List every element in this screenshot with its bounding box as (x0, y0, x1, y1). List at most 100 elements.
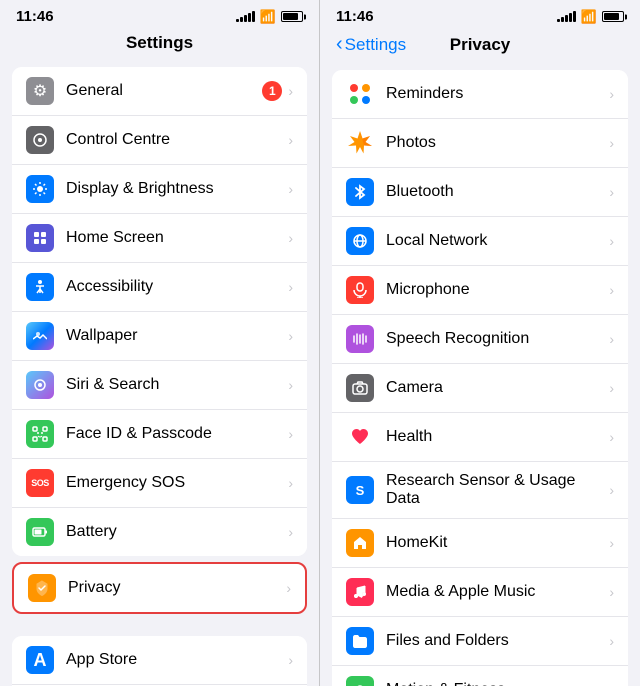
left-time: 11:46 (16, 8, 54, 25)
homekit-chevron: › (609, 535, 614, 551)
emergency-sos-label: Emergency SOS (66, 474, 288, 492)
left-panel: 11:46 📶 Settings ⚙ General 1 (0, 0, 320, 686)
research-chevron: › (609, 482, 614, 498)
settings-row-bluetooth[interactable]: Bluetooth › (332, 168, 628, 217)
signal-icon (236, 11, 255, 22)
local-network-chevron: › (609, 233, 614, 249)
settings-group-2: A App Store › Wallet & Apple Pay › (12, 636, 307, 686)
siri-label: Siri & Search (66, 376, 288, 394)
settings-row-general[interactable]: ⚙ General 1 › (12, 67, 307, 116)
motion-fitness-chevron: › (609, 682, 614, 686)
face-id-icon (26, 420, 54, 448)
media-music-icon (346, 578, 374, 606)
settings-row-home-screen[interactable]: Home Screen › (12, 214, 307, 263)
homekit-label: HomeKit (386, 534, 609, 552)
microphone-label: Microphone (386, 281, 609, 299)
settings-row-reminders[interactable]: Reminders › (332, 70, 628, 119)
right-nav-title: Privacy (450, 35, 511, 55)
reminders-label: Reminders (386, 85, 609, 103)
general-badge: 1 (262, 81, 282, 101)
battery-icon (281, 11, 303, 22)
settings-row-accessibility[interactable]: Accessibility › (12, 263, 307, 312)
motion-fitness-label: Motion & Fitness (386, 681, 609, 686)
privacy-highlighted-container: Privacy › (12, 562, 307, 614)
settings-row-media-music[interactable]: Media & Apple Music › (332, 568, 628, 617)
settings-row-display[interactable]: Display & Brightness › (12, 165, 307, 214)
left-scroll: ⚙ General 1 › Control Centre › (0, 61, 319, 686)
back-label: Settings (345, 35, 406, 55)
media-music-label: Media & Apple Music (386, 583, 609, 601)
settings-row-photos[interactable]: Photos › (332, 119, 628, 168)
right-scroll: Reminders › Photos › (320, 64, 640, 686)
settings-row-siri[interactable]: Siri & Search › (12, 361, 307, 410)
wallpaper-icon (26, 322, 54, 350)
bluetooth-chevron: › (609, 184, 614, 200)
app-store-chevron: › (288, 652, 293, 668)
privacy-label: Privacy (68, 579, 286, 597)
general-label: General (66, 82, 262, 100)
camera-chevron: › (609, 380, 614, 396)
privacy-icon (28, 574, 56, 602)
app-store-label: App Store (66, 651, 288, 669)
settings-row-microphone[interactable]: Microphone › (332, 266, 628, 315)
settings-group-1: ⚙ General 1 › Control Centre › (12, 67, 307, 556)
bluetooth-icon (346, 178, 374, 206)
settings-row-wallpaper[interactable]: Wallpaper › (12, 312, 307, 361)
left-status-icons: 📶 (236, 9, 303, 25)
accessibility-icon (26, 273, 54, 301)
health-label: Health (386, 428, 609, 446)
files-folders-icon (346, 627, 374, 655)
control-centre-chevron: › (288, 132, 293, 148)
general-icon: ⚙ (26, 77, 54, 105)
reminders-chevron: › (609, 86, 614, 102)
face-id-chevron: › (288, 426, 293, 442)
wallpaper-label: Wallpaper (66, 327, 288, 345)
home-screen-icon (26, 224, 54, 252)
battery-chevron: › (288, 524, 293, 540)
settings-row-privacy[interactable]: Privacy › (14, 564, 305, 612)
left-nav-title: Settings (0, 29, 319, 61)
media-music-chevron: › (609, 584, 614, 600)
back-button[interactable]: ‹ Settings (336, 33, 406, 56)
photos-icon (346, 129, 374, 157)
homekit-icon (346, 529, 374, 557)
settings-row-research[interactable]: S Research Sensor & Usage Data › (332, 462, 628, 519)
settings-row-motion-fitness[interactable]: Motion & Fitness › (332, 666, 628, 686)
settings-row-files-folders[interactable]: Files and Folders › (332, 617, 628, 666)
settings-row-emergency-sos[interactable]: SOS Emergency SOS › (12, 459, 307, 508)
settings-row-health[interactable]: Health › (332, 413, 628, 462)
motion-fitness-icon (346, 676, 374, 686)
settings-row-homekit[interactable]: HomeKit › (332, 519, 628, 568)
home-screen-label: Home Screen (66, 229, 288, 247)
local-network-label: Local Network (386, 232, 609, 250)
settings-row-face-id[interactable]: Face ID & Passcode › (12, 410, 307, 459)
settings-row-speech[interactable]: Speech Recognition › (332, 315, 628, 364)
settings-row-camera[interactable]: Camera › (332, 364, 628, 413)
emergency-sos-icon: SOS (26, 469, 54, 497)
right-signal-icon (557, 11, 576, 22)
display-label: Display & Brightness (66, 180, 288, 198)
files-folders-label: Files and Folders (386, 632, 609, 650)
settings-row-battery[interactable]: Battery › (12, 508, 307, 556)
accessibility-label: Accessibility (66, 278, 288, 296)
privacy-chevron: › (286, 580, 291, 596)
settings-row-control-centre[interactable]: Control Centre › (12, 116, 307, 165)
reminders-icon (346, 80, 374, 108)
microphone-chevron: › (609, 282, 614, 298)
camera-icon (346, 374, 374, 402)
settings-row-local-network[interactable]: Local Network › (332, 217, 628, 266)
emergency-sos-chevron: › (288, 475, 293, 491)
right-panel: 11:46 📶 ‹ Settings Privacy (320, 0, 640, 686)
display-icon (26, 175, 54, 203)
accessibility-chevron: › (288, 279, 293, 295)
control-centre-icon (26, 126, 54, 154)
right-time: 11:46 (336, 8, 374, 25)
settings-row-app-store[interactable]: A App Store › (12, 636, 307, 685)
general-chevron: › (288, 83, 293, 99)
files-folders-chevron: › (609, 633, 614, 649)
bluetooth-label: Bluetooth (386, 183, 609, 201)
siri-icon (26, 371, 54, 399)
wifi-icon: 📶 (260, 9, 276, 25)
control-centre-label: Control Centre (66, 131, 288, 149)
health-icon (346, 423, 374, 451)
